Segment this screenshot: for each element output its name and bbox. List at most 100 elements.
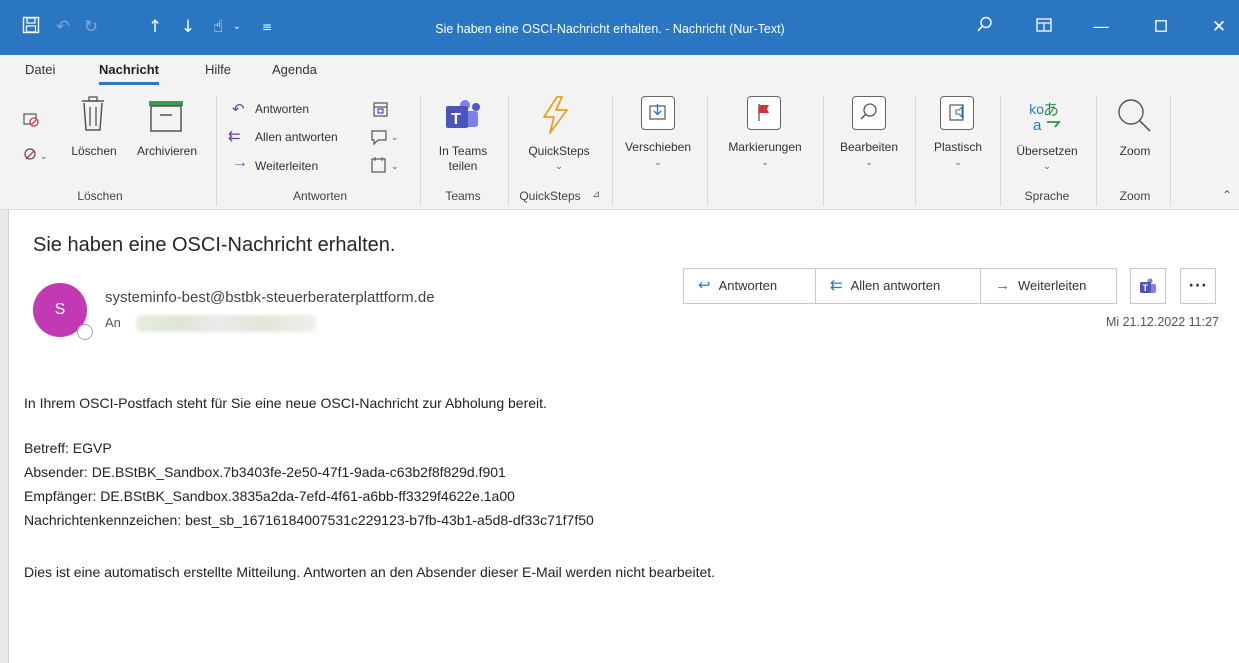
immersive-reader-icon[interactable] xyxy=(940,96,974,130)
tags-chevron-icon: ⌄ xyxy=(761,157,769,167)
undo-icon[interactable]: ↶ xyxy=(52,16,74,38)
quicksteps-button[interactable]: QuickSteps ⌄ xyxy=(515,144,603,174)
archive-button[interactable]: Archivieren xyxy=(127,144,207,159)
ribbon: ⌄ Löschen Archivieren Löschen ↶ Antworte… xyxy=(0,88,1239,210)
sender-address[interactable]: systeminfo-best@bstbk-steuerberaterplatt… xyxy=(105,289,435,306)
message-actions: ↩ Antworten ⇇ Allen antworten → Weiterleite… xyxy=(683,268,1117,304)
reply-all-button[interactable]: Allen antworten xyxy=(255,130,338,144)
tab-datei[interactable]: Datei xyxy=(25,62,55,77)
presence-icon xyxy=(77,324,93,340)
touch-mode-chevron-icon[interactable]: ⌄ xyxy=(230,16,244,38)
reply-action-label: Antworten xyxy=(718,278,778,293)
reply-all-icon[interactable]: ⇇ xyxy=(228,127,241,145)
body-line: Empfänger: DE.BStBK_Sandbox.3835a2da-7ef… xyxy=(24,488,515,504)
move-chevron-icon: ⌄ xyxy=(654,157,662,167)
ribbon-display-icon[interactable] xyxy=(1033,16,1055,38)
save-icon[interactable] xyxy=(20,16,42,38)
reply-all-action-button[interactable]: ⇇ Allen antworten xyxy=(816,269,980,303)
up-arrow-icon[interactable]: ↑ xyxy=(145,16,165,38)
separator xyxy=(216,96,217,206)
separator xyxy=(823,96,824,206)
body-line: Betreff: EGVP xyxy=(24,440,112,456)
quicksteps-icon[interactable] xyxy=(540,96,570,137)
dialog-launcher-icon[interactable]: ⊿ xyxy=(592,189,600,200)
meeting-icon[interactable] xyxy=(372,100,390,121)
move-label: Verschieben xyxy=(624,140,692,154)
group-label-quicksteps: QuickSteps xyxy=(519,189,581,203)
cleanup-icon[interactable]: ⌄ xyxy=(22,146,48,167)
group-label-sprache: Sprache xyxy=(1024,189,1070,203)
down-arrow-icon[interactable]: ↓ xyxy=(178,16,198,38)
touch-mode-icon[interactable]: ☝ xyxy=(207,16,229,38)
tab-hilfe[interactable]: Hilfe xyxy=(205,62,231,77)
menu-tabs: Datei Nachricht Hilfe Agenda xyxy=(0,55,1239,88)
editing-button[interactable]: Bearbeiten ⌄ xyxy=(829,140,909,170)
flag-icon[interactable] xyxy=(747,96,781,130)
minimize-icon[interactable]: — xyxy=(1090,16,1112,38)
reading-pane-edge xyxy=(0,210,9,663)
zoom-button[interactable]: Zoom xyxy=(1105,144,1165,159)
close-icon[interactable]: ✕ xyxy=(1208,16,1230,38)
tab-nachricht[interactable]: Nachricht xyxy=(99,62,159,85)
svg-text:⌄: ⌄ xyxy=(391,161,399,171)
im-reply-icon[interactable]: ⌄ xyxy=(370,128,402,149)
maximize-icon[interactable] xyxy=(1150,16,1172,38)
separator xyxy=(1170,96,1171,206)
forward-action-icon: → xyxy=(995,277,1010,294)
customize-toolbar-icon[interactable]: ≡ xyxy=(258,16,276,38)
immersive-reader-button[interactable]: Plastisch ⌄ xyxy=(920,140,996,170)
translate-label: Übersetzen xyxy=(1016,144,1078,158)
separator xyxy=(915,96,916,206)
collapse-ribbon-icon[interactable]: ⌃ xyxy=(1222,188,1232,202)
delete-button[interactable]: Löschen xyxy=(64,144,124,159)
group-label-loeschen: Löschen xyxy=(77,189,123,203)
more-respond-icon[interactable]: ⌄ xyxy=(370,156,402,177)
ignore-icon[interactable] xyxy=(22,110,40,131)
more-actions-button[interactable]: ··· xyxy=(1180,268,1216,304)
archive-icon[interactable] xyxy=(148,100,184,135)
immersive-reader-chevron-icon: ⌄ xyxy=(954,157,962,167)
window-title: Sie haben eine OSCI-Nachricht erhalten. … xyxy=(435,22,785,36)
delete-icon[interactable] xyxy=(77,96,111,135)
teams-icon[interactable]: T xyxy=(443,98,483,135)
svg-text:T: T xyxy=(1143,283,1149,293)
separator xyxy=(1096,96,1097,206)
reply-action-button[interactable]: ↩ Antworten xyxy=(684,269,815,303)
move-icon[interactable] xyxy=(641,96,675,130)
redo-icon[interactable]: ↻ xyxy=(80,16,102,38)
forward-icon[interactable]: → xyxy=(232,154,248,172)
quicksteps-chevron-icon: ⌄ xyxy=(555,161,563,171)
body-line: Absender: DE.BStBK_Sandbox.7b3403fe-2e50… xyxy=(24,464,506,480)
share-to-teams-button[interactable]: In Teams teilen xyxy=(428,144,498,174)
title-bar: ↶ ↻ ↑ ↓ ☝ ⌄ ≡ Sie haben eine OSCI-Nachri… xyxy=(0,0,1239,55)
zoom-icon[interactable] xyxy=(1115,96,1155,139)
move-button[interactable]: Verschieben ⌄ xyxy=(612,140,704,170)
reply-all-action-icon: ⇇ xyxy=(830,277,843,294)
body-line: Nachrichtenkennzeichen: best_sb_16716184… xyxy=(24,512,594,528)
translate-icon[interactable]: ko あ a xyxy=(1027,98,1063,135)
teams-share-button[interactable]: T xyxy=(1130,268,1166,304)
reply-icon[interactable]: ↶ xyxy=(232,100,245,118)
find-icon[interactable] xyxy=(852,96,886,130)
to-label: An xyxy=(105,315,121,330)
forward-action-button[interactable]: → Weiterleiten xyxy=(981,269,1117,303)
body-line: Dies ist eine automatisch erstellte Mitt… xyxy=(24,564,716,580)
recipient-redacted xyxy=(136,315,316,332)
separator xyxy=(420,96,421,206)
separator xyxy=(707,96,708,206)
tab-agenda[interactable]: Agenda xyxy=(272,62,317,77)
search-icon[interactable] xyxy=(974,16,996,38)
group-label-teams: Teams xyxy=(445,189,481,203)
editing-chevron-icon: ⌄ xyxy=(865,157,873,167)
share-to-teams-label-2: teilen xyxy=(448,159,478,173)
forward-action-label: Weiterleiten xyxy=(1018,278,1087,293)
reply-all-action-label: Allen antworten xyxy=(850,278,941,293)
svg-text:ko: ko xyxy=(1029,103,1044,118)
forward-button[interactable]: Weiterleiten xyxy=(255,159,318,173)
translate-button[interactable]: Übersetzen ⌄ xyxy=(1007,144,1087,174)
svg-text:a: a xyxy=(1033,117,1042,132)
tags-button[interactable]: Markierungen ⌄ xyxy=(712,140,818,170)
reply-button[interactable]: Antworten xyxy=(255,102,309,116)
message-subject: Sie haben eine OSCI-Nachricht erhalten. xyxy=(33,234,396,256)
separator xyxy=(1000,96,1001,206)
